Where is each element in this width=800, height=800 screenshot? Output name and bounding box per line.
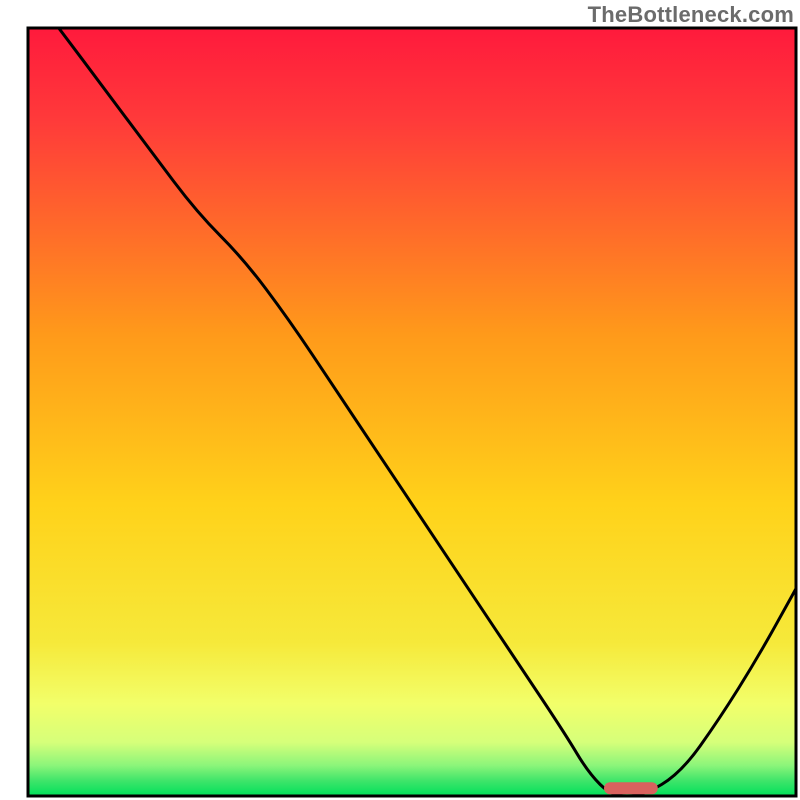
chart-canvas: TheBottleneck.com <box>0 0 800 800</box>
optimal-range-marker <box>604 782 658 794</box>
bottleneck-plot <box>0 0 800 800</box>
watermark-text: TheBottleneck.com <box>588 2 794 28</box>
